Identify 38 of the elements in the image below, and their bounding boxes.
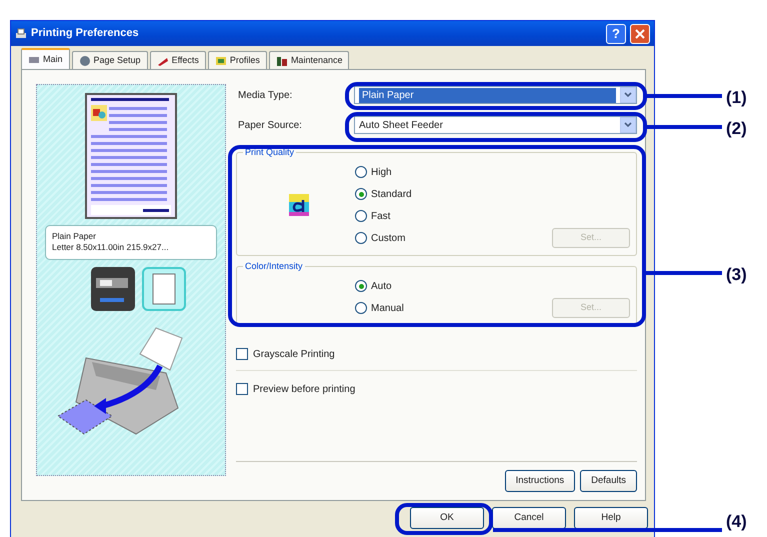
dialog-button[interactable]: Help [574,507,648,529]
radio-option[interactable]: Standard [355,183,412,205]
tab[interactable]: Effects [150,51,206,69]
callout-label: (1) [726,87,747,109]
field-label: Paper Source: [237,118,303,132]
callout-label: (3) [726,264,747,286]
radio-option[interactable]: Auto [355,275,392,297]
panel-button[interactable]: Instructions [504,470,576,492]
callout-label: (2) [726,118,747,140]
quality-icon [287,192,311,218]
radio-option[interactable]: Custom [355,227,406,249]
media-type-dropdown[interactable]: Plain Paper [354,86,637,104]
radio-option[interactable]: High [355,161,392,183]
group-title: Color/Intensity [243,260,305,274]
tab[interactable]: Page Setup [72,51,148,69]
paper-source-dropdown[interactable]: Auto Sheet Feeder [354,116,637,134]
field-label: Media Type: [237,88,294,102]
printer-tray-icon [90,266,136,312]
checkbox-option[interactable]: Grayscale Printing [236,344,335,364]
panel-button[interactable]: Defaults [580,470,637,492]
tab[interactable]: Maintenance [268,51,350,69]
window-title: Printing Preferences [31,26,140,42]
disc-icon [78,54,91,66]
radio-option[interactable]: Fast [355,205,390,227]
radio-option[interactable]: Manual [355,297,404,319]
tab[interactable]: Profiles [208,51,267,69]
media-text: Plain Paper [52,231,97,242]
help-button[interactable]: ? [606,24,626,44]
dialog-button[interactable]: Cancel [492,507,566,529]
paper-icon [141,266,187,312]
printer-icon [15,28,27,40]
dialog-button[interactable]: OK [410,507,484,529]
tab[interactable]: Main [21,48,70,69]
close-icon [635,28,645,38]
checkbox-option[interactable]: Preview before printing [236,379,356,399]
close-button[interactable] [630,24,650,44]
paper-size-text: Letter 8.50x11.00in 215.9x27... [52,242,170,254]
callout-label: (4) [726,511,747,533]
